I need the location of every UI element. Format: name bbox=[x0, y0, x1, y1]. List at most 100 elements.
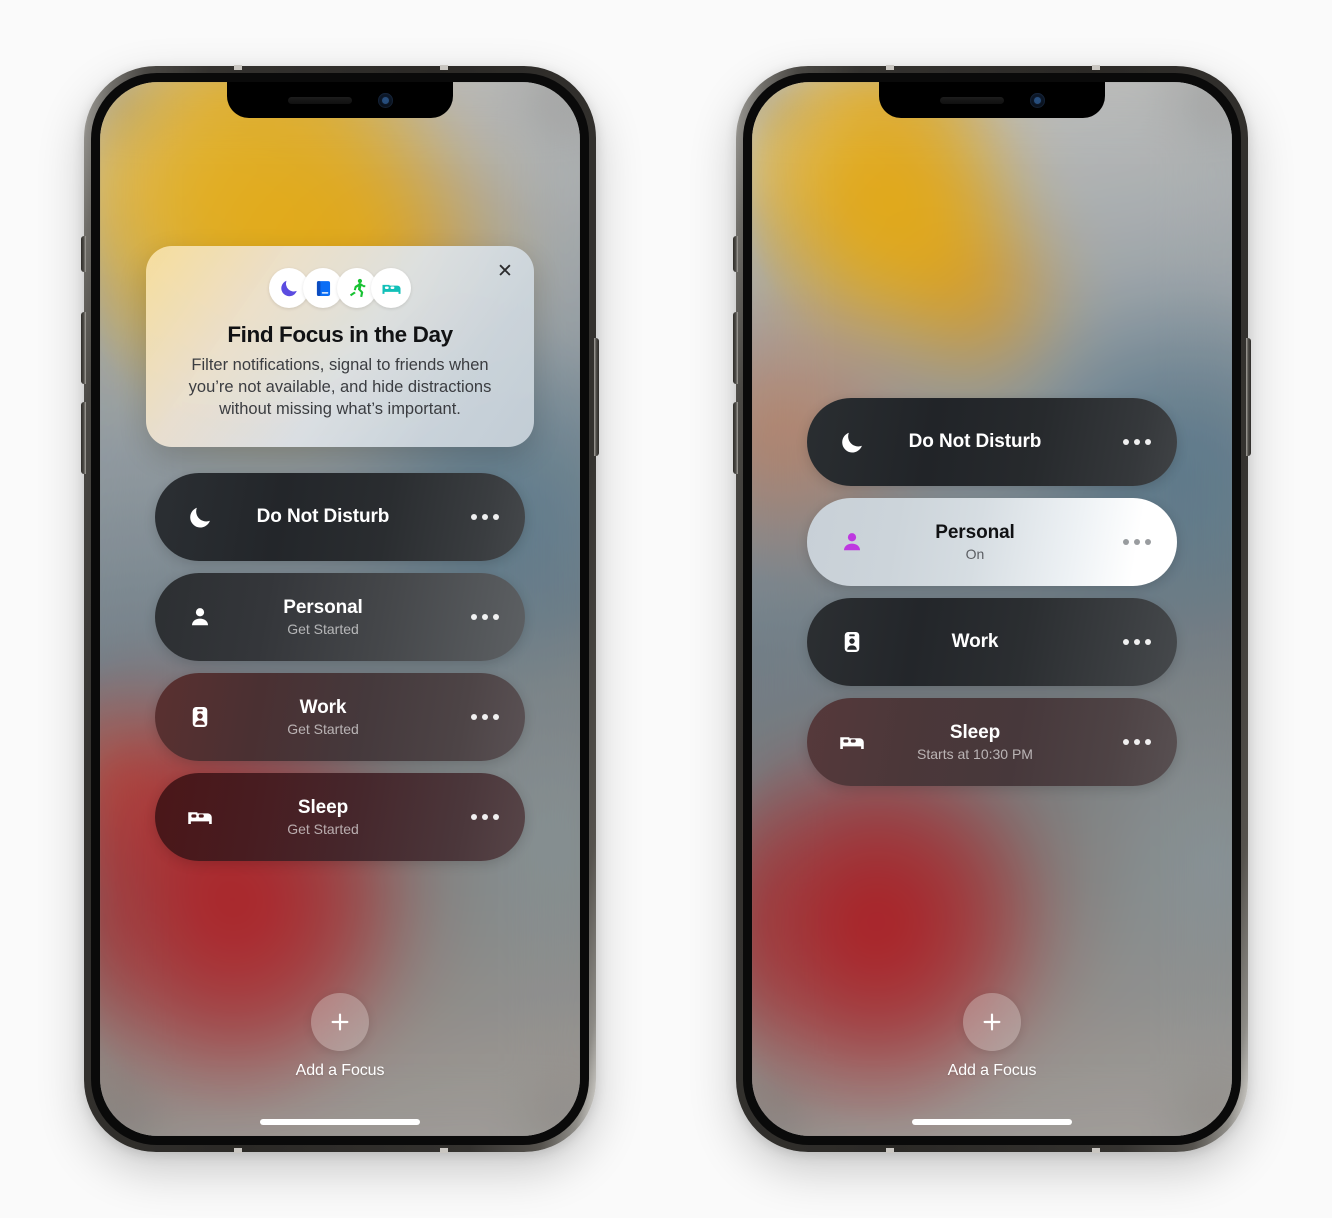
add-a-focus-right: Add a Focus bbox=[947, 993, 1037, 1080]
close-icon[interactable]: ✕ bbox=[494, 260, 516, 282]
add-focus-button[interactable] bbox=[962, 993, 1021, 1051]
front-camera-icon bbox=[1029, 92, 1045, 108]
focus-row-more-button[interactable] bbox=[1115, 539, 1151, 545]
dot bbox=[471, 513, 477, 520]
antenna-line bbox=[1092, 65, 1100, 70]
focus-row-title: Personal bbox=[935, 521, 1015, 543]
dot bbox=[493, 613, 499, 620]
row-label-group: Do Not Disturb bbox=[835, 431, 1115, 453]
ringer-switch[interactable] bbox=[733, 236, 738, 272]
promo-body-text: Filter notifications, signal to friends … bbox=[188, 356, 492, 418]
focus-row-title: Sleep bbox=[297, 796, 349, 818]
focus-row-do-not-disturb[interactable]: Do Not Disturb bbox=[807, 398, 1177, 486]
antenna-line bbox=[234, 1148, 242, 1153]
volume-down-button[interactable] bbox=[81, 402, 86, 474]
row-label-group: Personal On bbox=[835, 522, 1115, 562]
dot bbox=[482, 613, 488, 620]
earpiece-speaker-icon bbox=[939, 96, 1004, 104]
screen-left: ✕ Find Focus in the Day Filter notificat… bbox=[100, 82, 580, 1136]
antenna-line bbox=[886, 1148, 894, 1153]
focus-screen-content-right: Do Not Disturb Personal On Work Sleep St… bbox=[752, 82, 1232, 1136]
add-a-focus-left: Add a Focus bbox=[295, 993, 385, 1080]
focus-row-work[interactable]: Work Get Started bbox=[155, 672, 525, 761]
antenna-line bbox=[440, 65, 448, 70]
iphone-right: Do Not Disturb Personal On Work Sleep St… bbox=[733, 65, 1251, 1153]
focus-row-sleep[interactable]: Sleep Starts at 10:30 PM bbox=[807, 698, 1177, 786]
dot bbox=[1123, 639, 1129, 645]
add-focus-button[interactable] bbox=[310, 993, 369, 1051]
focus-row-more-button[interactable] bbox=[1115, 739, 1151, 745]
focus-row-do-not-disturb[interactable]: Do Not Disturb bbox=[155, 472, 525, 561]
dot bbox=[471, 713, 477, 720]
dot bbox=[493, 513, 499, 520]
focus-row-more-button[interactable] bbox=[463, 813, 499, 820]
focus-row-more-button[interactable] bbox=[463, 713, 499, 720]
focus-row-subtitle: Starts at 10:30 PM bbox=[917, 745, 1033, 762]
dot bbox=[1145, 439, 1151, 445]
home-indicator[interactable] bbox=[912, 1119, 1072, 1125]
focus-row-work[interactable]: Work bbox=[807, 598, 1177, 686]
iphone-left: ✕ Find Focus in the Day Filter notificat… bbox=[81, 65, 599, 1153]
focus-row-title: Sleep bbox=[949, 721, 1001, 743]
page-title: Find Focus in the Day bbox=[227, 322, 453, 347]
notch bbox=[879, 82, 1105, 118]
dot bbox=[471, 613, 477, 620]
dot bbox=[1134, 439, 1140, 445]
power-button[interactable] bbox=[594, 338, 599, 456]
antenna-line bbox=[1092, 1148, 1100, 1153]
home-indicator[interactable] bbox=[260, 1119, 420, 1125]
antenna-line bbox=[886, 65, 894, 70]
focus-row-subtitle: Get Started bbox=[287, 820, 359, 837]
focus-row-title: Work bbox=[299, 696, 347, 718]
plus-icon bbox=[983, 1013, 1001, 1031]
dot bbox=[1145, 639, 1151, 645]
focus-list-left: Do Not Disturb Personal Get Started Work… bbox=[155, 472, 525, 861]
focus-row-title: Work bbox=[951, 631, 999, 653]
add-focus-label: Add a Focus bbox=[947, 1062, 1037, 1079]
volume-down-button[interactable] bbox=[733, 402, 738, 474]
dot bbox=[471, 813, 477, 820]
volume-up-button[interactable] bbox=[733, 312, 738, 384]
dot bbox=[1134, 739, 1140, 745]
earpiece-speaker-icon bbox=[287, 96, 352, 104]
row-label-group: Work Get Started bbox=[183, 697, 463, 737]
row-label-group: Sleep Starts at 10:30 PM bbox=[835, 722, 1115, 762]
focus-row-subtitle: On bbox=[965, 545, 985, 562]
focus-screen-content-left: ✕ Find Focus in the Day Filter notificat… bbox=[100, 82, 580, 1136]
focus-list-right: Do Not Disturb Personal On Work Sleep St… bbox=[807, 398, 1177, 786]
dot bbox=[482, 713, 488, 720]
focus-row-sleep[interactable]: Sleep Get Started bbox=[155, 772, 525, 861]
ringer-switch[interactable] bbox=[81, 236, 86, 272]
focus-row-subtitle: Get Started bbox=[287, 620, 359, 637]
focus-row-more-button[interactable] bbox=[1115, 439, 1151, 445]
focus-row-more-button[interactable] bbox=[1115, 639, 1151, 645]
dot bbox=[1145, 739, 1151, 745]
dot bbox=[1123, 539, 1129, 545]
dot bbox=[493, 813, 499, 820]
find-focus-promo-card: ✕ Find Focus in the Day Filter notificat… bbox=[146, 246, 534, 447]
antenna-line bbox=[234, 65, 242, 70]
focus-row-title: Personal bbox=[283, 596, 363, 618]
promo-icon-cluster bbox=[166, 268, 514, 308]
dot bbox=[482, 813, 488, 820]
focus-row-more-button[interactable] bbox=[463, 613, 499, 620]
screen-right: Do Not Disturb Personal On Work Sleep St… bbox=[752, 82, 1232, 1136]
focus-row-title: Do Not Disturb bbox=[908, 431, 1042, 453]
focus-row-title: Do Not Disturb bbox=[256, 505, 390, 527]
notch bbox=[227, 82, 453, 118]
dot bbox=[1123, 439, 1129, 445]
antenna-line bbox=[440, 1148, 448, 1153]
add-focus-label: Add a Focus bbox=[295, 1062, 385, 1079]
focus-row-subtitle: Get Started bbox=[287, 720, 359, 737]
power-button[interactable] bbox=[1246, 338, 1251, 456]
plus-icon bbox=[331, 1013, 349, 1031]
row-label-group: Work bbox=[835, 631, 1115, 653]
phones-stage: ✕ Find Focus in the Day Filter notificat… bbox=[0, 0, 1332, 1218]
focus-row-personal[interactable]: Personal Get Started bbox=[155, 572, 525, 661]
dot bbox=[1134, 639, 1140, 645]
focus-row-personal[interactable]: Personal On bbox=[807, 498, 1177, 586]
front-camera-icon bbox=[377, 92, 393, 108]
focus-row-more-button[interactable] bbox=[463, 513, 499, 520]
row-label-group: Do Not Disturb bbox=[183, 506, 463, 528]
volume-up-button[interactable] bbox=[81, 312, 86, 384]
